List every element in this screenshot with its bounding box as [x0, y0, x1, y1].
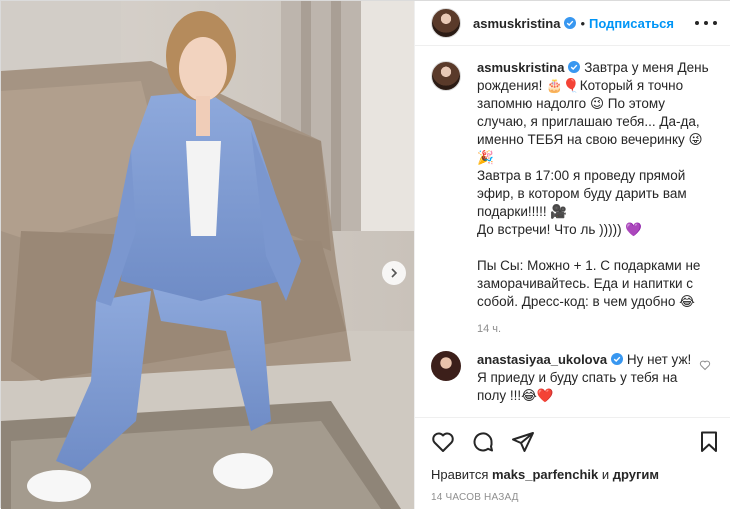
comment-like-icon[interactable] [699, 359, 711, 371]
header-separator: • [580, 15, 585, 31]
caption-paragraph: Завтра у меня День рождения! 🎂🎈Который я… [477, 60, 709, 165]
comment-username[interactable]: anastasiyaa_ukolova [477, 352, 607, 367]
caption-paragraph: До встречи! Что ль ))))) 💜 [477, 222, 643, 237]
header-username[interactable]: asmuskristina [473, 16, 560, 31]
comment-icon[interactable] [471, 430, 495, 454]
caption-avatar[interactable] [431, 61, 461, 91]
comments-section[interactable]: asmuskristina Завтра у меня День рождени… [415, 59, 730, 417]
comment-avatar[interactable] [431, 351, 461, 381]
caption-paragraph: Завтра в 17:00 я проведу прямой эфир, в … [477, 168, 687, 219]
heart-icon[interactable] [431, 430, 455, 454]
caption-paragraph: Пы Сы: Можно + 1. С подарками не заморач… [477, 258, 701, 309]
post-photo[interactable] [1, 1, 414, 509]
verified-icon [564, 17, 577, 29]
post-side-panel: asmuskristina • Подписаться asmuskristin… [414, 1, 730, 509]
likes-prefix: Нравится [431, 467, 489, 482]
photo-illustration [1, 1, 414, 509]
avatar[interactable] [431, 8, 461, 38]
bookmark-icon[interactable] [697, 430, 721, 454]
verified-icon [568, 61, 581, 73]
verified-icon [611, 353, 624, 365]
caption: asmuskristina Завтра у меня День рождени… [431, 59, 715, 311]
caption-username[interactable]: asmuskristina [477, 60, 564, 75]
caption-time[interactable]: 14 ч. [477, 323, 715, 335]
post-actions: Нравится maks_parfenchik и другим 14 ЧАС… [415, 417, 730, 509]
likes-user[interactable]: maks_parfenchik [492, 467, 598, 482]
likes-and: и [601, 467, 610, 482]
action-bar [431, 418, 717, 466]
post-timestamp[interactable]: 14 ЧАСОВ НАЗАД [431, 492, 715, 503]
comment-item: anastasiyaa_ukolova Ну нет уж! Я приеду … [431, 351, 715, 405]
post-header: asmuskristina • Подписаться [415, 1, 730, 46]
caption-text: asmuskristina Завтра у меня День рождени… [477, 59, 713, 311]
post-card: asmuskristina • Подписаться asmuskristin… [0, 0, 730, 509]
next-photo-button[interactable] [382, 261, 406, 285]
likes-others[interactable]: другим [613, 467, 659, 482]
share-icon[interactable] [511, 430, 535, 454]
more-icon[interactable] [695, 13, 717, 33]
chevron-right-icon [391, 268, 398, 278]
follow-button[interactable]: Подписаться [589, 16, 674, 31]
likes-line: Нравится maks_parfenchik и другим [431, 466, 715, 484]
comment-text: anastasiyaa_ukolova Ну нет уж! Я приеду … [477, 351, 695, 405]
